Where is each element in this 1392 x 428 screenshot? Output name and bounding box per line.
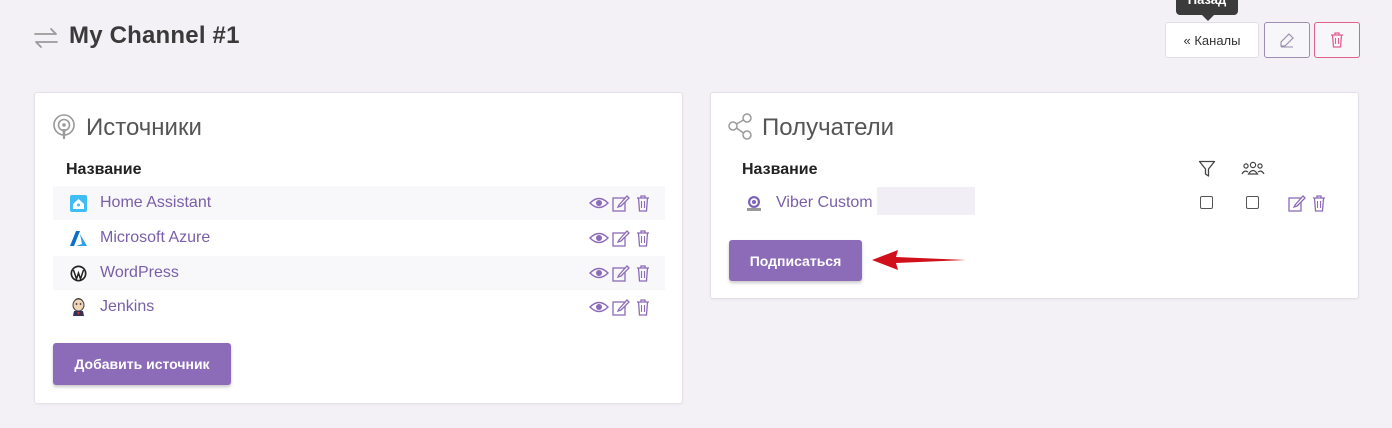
source-name[interactable]: Home Assistant (100, 194, 211, 212)
sources-title: Источники (86, 114, 202, 141)
view-icon[interactable] (589, 297, 609, 317)
page-title: My Channel #1 (69, 22, 240, 49)
edit-channel-button[interactable] (1264, 22, 1310, 58)
recipients-card: Получатели Название Viber Custom Подписа… (710, 92, 1359, 299)
sources-column-name: Название (66, 161, 142, 178)
source-row: Jenkins (53, 290, 665, 324)
source-row: Microsoft Azure (53, 221, 665, 255)
edit-icon[interactable] (611, 193, 631, 213)
source-name[interactable]: WordPress (100, 264, 179, 282)
azure-logo (69, 229, 87, 247)
edit-icon (1280, 33, 1294, 48)
filter-checkbox[interactable] (1200, 196, 1213, 209)
edit-icon[interactable] (1287, 193, 1307, 213)
edit-icon[interactable] (611, 297, 631, 317)
recipient-name[interactable]: Viber Custom (776, 194, 873, 212)
edit-icon[interactable] (611, 263, 631, 283)
view-icon[interactable] (589, 263, 609, 283)
viber-logo (745, 194, 763, 212)
recipients-title: Получатели (762, 114, 895, 141)
source-row: WordPress (53, 256, 665, 290)
trash-icon[interactable] (633, 193, 653, 213)
share-icon (728, 113, 752, 140)
source-name[interactable]: Jenkins (100, 298, 154, 316)
recipients-column-name: Название (742, 161, 818, 178)
view-icon[interactable] (589, 228, 609, 248)
trash-icon[interactable] (633, 297, 653, 317)
delete-channel-button[interactable] (1314, 22, 1360, 58)
back-tooltip: Назад (1176, 0, 1238, 15)
trash-icon[interactable] (633, 228, 653, 248)
home-assistant-logo (69, 194, 87, 212)
users-group-icon (1241, 161, 1265, 175)
filter-icon (1198, 160, 1216, 177)
trash-icon (1331, 32, 1343, 48)
subscribe-button[interactable]: Подписаться (729, 240, 862, 281)
add-source-button[interactable]: Добавить источник (53, 343, 231, 385)
view-icon[interactable] (589, 193, 609, 213)
annotation-arrow (872, 250, 966, 270)
group-checkbox[interactable] (1246, 196, 1259, 209)
source-name[interactable]: Microsoft Azure (100, 229, 210, 247)
trash-icon[interactable] (1309, 193, 1329, 213)
podcast-icon (53, 114, 75, 139)
back-to-channels-button[interactable]: « Каналы (1165, 22, 1259, 58)
edit-icon[interactable] (611, 228, 631, 248)
jenkins-logo (69, 298, 87, 316)
tooltip-arrow (1202, 15, 1214, 21)
trash-icon[interactable] (633, 263, 653, 283)
wordpress-logo (69, 264, 87, 282)
sources-card: Источники Название Home Assistant Micros… (34, 92, 683, 404)
recipient-row: Viber Custom (729, 186, 1341, 220)
exchange-arrows-icon (34, 28, 58, 48)
source-row: Home Assistant (53, 186, 665, 220)
